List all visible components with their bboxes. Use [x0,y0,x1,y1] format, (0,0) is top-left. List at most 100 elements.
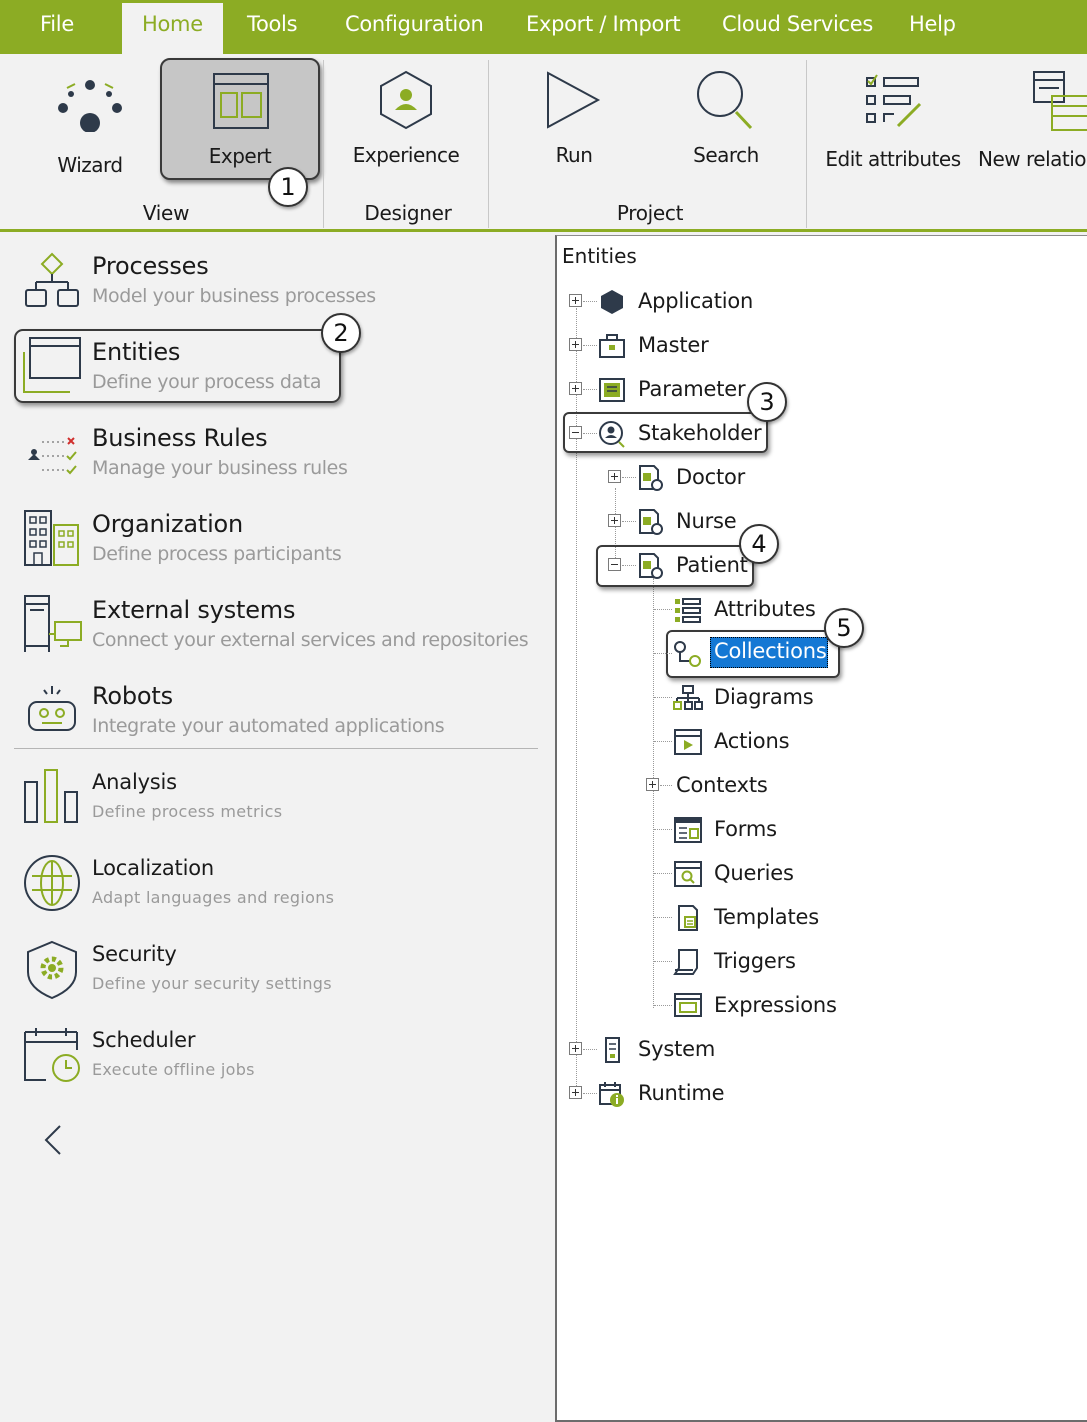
callout-1: 1 [268,167,308,207]
search-icon [697,71,753,130]
server-icon [605,1037,620,1063]
collapse-toggle[interactable] [608,558,621,571]
wizard-label: Wizard [57,153,123,177]
tree-node-collections[interactable]: Collections [710,637,828,668]
expand-toggle[interactable] [608,514,621,527]
menu-cloud-services[interactable]: Cloud Services [722,12,873,44]
nav-localization[interactable]: Localization Adapt languages and regions [14,854,544,916]
entity-icon [639,509,663,535]
nav-title: External systems [92,596,296,624]
run-button[interactable]: Run [524,64,624,184]
menu-home[interactable]: Home [122,3,223,54]
edit-attributes-label: Edit attributes [825,147,961,171]
tree-connector [654,1005,672,1006]
template-icon [678,905,698,931]
group-label-designer: Designer [364,201,452,225]
expand-toggle[interactable] [569,382,582,395]
briefcase-icon [599,334,625,358]
tree-connector [583,301,597,302]
expand-toggle[interactable] [569,1086,582,1099]
callout-3: 3 [747,382,787,422]
nav-analysis[interactable]: Analysis Define process metrics [14,768,544,830]
tree-connector [622,477,636,478]
nav-processes[interactable]: Processes Model your business processes [14,250,544,312]
collapse-toggle[interactable] [569,426,582,439]
ribbon-separator [488,60,489,228]
nav-subtitle: Integrate your automated applications [92,715,445,737]
organization-icon [24,510,79,566]
expand-toggle[interactable] [569,294,582,307]
nav-robots[interactable]: Robots Integrate your automated applicat… [14,680,544,742]
expert-icon [213,73,269,129]
tree-connector [654,961,672,962]
experience-icon [380,70,432,130]
tree-connector [660,785,672,786]
runtime-icon [599,1082,624,1107]
nav-title: Scheduler [92,1028,196,1052]
menu-tools[interactable]: Tools [247,12,298,44]
nav-title: Entities [92,338,181,366]
entity-icon [639,553,663,579]
collections-icon [674,641,701,667]
calendar-clock-icon [24,1028,80,1082]
tree-connector [583,389,597,390]
entity-icon [639,465,663,491]
nav-title: Analysis [92,770,177,794]
entities-icon [23,337,81,393]
nav-title: Processes [92,252,209,280]
localization-icon [24,855,80,911]
experience-button[interactable]: Experience [346,64,466,184]
menu-configuration[interactable]: Configuration [345,12,484,44]
attributes-list-icon [675,598,701,623]
menu-export-import[interactable]: Export / Import [526,12,681,44]
expert-button[interactable]: Expert [160,58,320,180]
nav-title: Robots [92,682,173,710]
run-label: Run [555,143,593,167]
tree-connector [654,829,672,830]
collapse-panel-icon[interactable] [40,1120,70,1160]
tree-connector [654,741,672,742]
search-button[interactable]: Search [676,64,776,184]
callout-4: 4 [739,524,779,564]
tree-connector [583,1093,597,1094]
nav-security[interactable]: Security Define your security settings [14,940,544,1002]
nav-subtitle: Adapt languages and regions [92,888,335,907]
nav-title: Security [92,942,177,966]
nav-external-systems[interactable]: External systems Connect your external s… [14,594,544,656]
query-icon [674,861,702,887]
nav-entities[interactable]: Entities Define your process data [14,336,544,398]
wizard-button[interactable]: Wizard [40,64,140,184]
expand-toggle[interactable] [646,778,659,791]
stakeholder-icon [599,421,625,448]
menu-help[interactable]: Help [909,12,956,44]
tree-connector [654,697,672,698]
group-label-view: View [142,201,190,225]
tree-connector [583,1049,597,1050]
ribbon-separator [806,60,807,228]
nav-subtitle: Model your business processes [92,285,376,307]
form-icon [674,817,702,843]
nav-subtitle: Connect your external services and repos… [92,629,529,651]
analysis-icon [24,769,78,823]
expand-toggle[interactable] [569,338,582,351]
left-panel-divider [14,748,538,749]
external-systems-icon [24,595,82,652]
ribbon-separator [323,60,324,228]
edit-attributes-icon [866,74,922,128]
new-relation-button[interactable]: New relatio [978,64,1087,184]
tree-connector [654,653,672,654]
search-label: Search [693,143,759,167]
expand-toggle[interactable] [608,470,621,483]
nav-organization[interactable]: Organization Define process participants [14,508,544,570]
group-label-project: Project [616,201,684,225]
tree-connector [654,873,672,874]
nav-subtitle: Define your process data [92,371,322,393]
tree-connector [583,433,597,434]
edit-attributes-button[interactable]: Edit attributes [820,64,966,184]
expand-toggle[interactable] [569,1042,582,1055]
menu-file[interactable]: File [40,12,74,44]
nav-subtitle: Manage your business rules [92,457,348,479]
nav-business-rules[interactable]: Business Rules Manage your business rule… [14,422,544,484]
nav-scheduler[interactable]: Scheduler Execute offline jobs [14,1026,544,1088]
new-relation-label: New relatio [978,147,1087,171]
